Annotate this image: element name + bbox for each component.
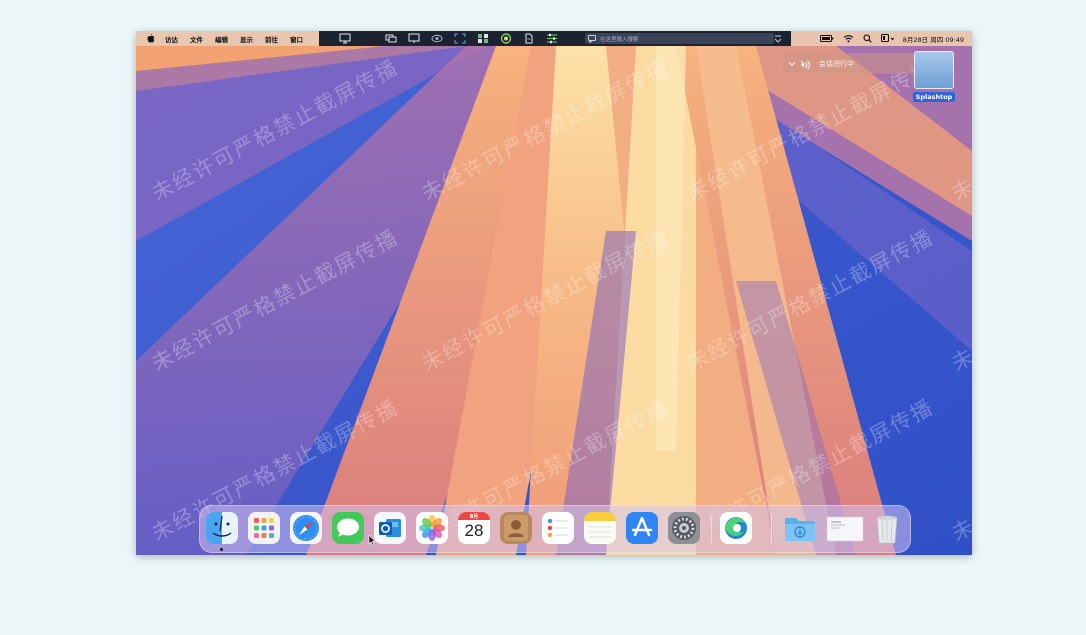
- notes-icon: [584, 512, 616, 544]
- screen-icon[interactable]: [339, 33, 351, 44]
- dock-contacts[interactable]: [499, 511, 533, 545]
- outlook-icon: [374, 512, 406, 544]
- finder-icon: [206, 512, 238, 544]
- dock: 8月 28: [199, 505, 911, 553]
- dock-downloads-folder[interactable]: [783, 511, 817, 545]
- control-center-icon[interactable]: [880, 34, 894, 43]
- toolbar-search-field[interactable]: 在这里输入搜索: [585, 33, 774, 44]
- toolbar-search-placeholder: 在这里输入搜索: [600, 36, 639, 43]
- dock-system-settings[interactable]: [667, 511, 701, 545]
- dock-launchpad[interactable]: [247, 511, 281, 545]
- settings-sliders-icon[interactable]: [546, 33, 558, 44]
- dock-separator: [711, 514, 712, 544]
- safari-icon: [290, 512, 322, 544]
- menu-window[interactable]: 窗口: [290, 34, 303, 44]
- wifi-icon[interactable]: [843, 34, 854, 43]
- dock-messages[interactable]: [331, 511, 365, 545]
- contacts-icon: [500, 512, 532, 544]
- dock-trash[interactable]: [870, 511, 904, 545]
- trash-icon: [876, 515, 898, 544]
- dock-edge[interactable]: [719, 511, 753, 545]
- messages-icon: [332, 512, 364, 544]
- dock-photos[interactable]: [415, 511, 449, 545]
- running-indicator: [220, 548, 223, 551]
- calendar-month: 8月: [469, 514, 479, 520]
- menu-bar: 访达 文件 编辑 显示 前往 窗口 在这里输入搜索 8月28日 周四 09:49: [136, 31, 972, 46]
- dock-app-store[interactable]: [625, 511, 659, 545]
- display-icon[interactable]: [408, 33, 420, 44]
- dock-finder[interactable]: [205, 511, 239, 551]
- calendar-day: 28: [464, 521, 484, 540]
- menu-edit[interactable]: 编辑: [215, 34, 228, 44]
- menu-finder[interactable]: 访达: [165, 34, 178, 44]
- desktop-file-splashtop[interactable]: Splashtop: [912, 51, 956, 103]
- chat-icon: [588, 34, 596, 43]
- battery-icon[interactable]: [819, 34, 834, 43]
- dock-outlook[interactable]: [368, 511, 407, 545]
- remote-desktop-screen[interactable]: 未经许可严格禁止截屏传播 未经许可严格禁止截屏传播 未经许可严格禁止截屏传播 未…: [136, 31, 972, 555]
- session-status-text: 会话进行中: [819, 59, 854, 68]
- broadcast-icon: [800, 60, 810, 69]
- clock[interactable]: 8月28日 周四 09:49: [903, 34, 964, 44]
- dock-safari[interactable]: [289, 511, 323, 545]
- dock-documents-stack[interactable]: [825, 511, 865, 545]
- minimize-toolbar-icon[interactable]: [773, 34, 783, 43]
- record-icon[interactable]: [500, 33, 512, 44]
- dock-separator: [771, 514, 772, 544]
- file-thumbnail: [914, 51, 954, 89]
- wallpaper: [136, 31, 972, 555]
- downloads-folder-icon: [785, 518, 815, 541]
- chevron-down-icon[interactable]: [789, 61, 795, 67]
- search-icon[interactable]: [863, 34, 872, 43]
- dock-notes[interactable]: [583, 511, 617, 545]
- grid-icon[interactable]: [477, 33, 489, 44]
- menu-go[interactable]: 前往: [265, 34, 278, 44]
- launchpad-icon: [248, 512, 280, 544]
- apple-icon[interactable]: [147, 34, 155, 43]
- eye-icon[interactable]: [431, 33, 443, 44]
- monitor-share-icon[interactable]: [385, 33, 397, 44]
- photos-icon: [416, 512, 448, 544]
- mouse-cursor-icon: [368, 535, 376, 545]
- session-status-pill[interactable]: 会话进行中: [783, 53, 916, 74]
- document-stack-icon: [826, 516, 864, 542]
- file-icon[interactable]: [523, 33, 535, 44]
- app-store-icon: [626, 512, 658, 544]
- reminders-icon: [542, 512, 574, 544]
- edge-icon: [720, 512, 752, 544]
- gear-icon: [668, 512, 700, 544]
- dock-calendar[interactable]: 8月 28: [457, 511, 491, 545]
- desktop-file-label: Splashtop: [912, 92, 956, 102]
- menu-view[interactable]: 显示: [240, 34, 253, 44]
- status-area: 8月28日 周四 09:49: [819, 31, 964, 46]
- dock-reminders[interactable]: [541, 511, 575, 545]
- remote-toolbar: 在这里输入搜索: [319, 31, 791, 46]
- menu-file[interactable]: 文件: [190, 34, 203, 44]
- fullscreen-icon[interactable]: [454, 33, 466, 44]
